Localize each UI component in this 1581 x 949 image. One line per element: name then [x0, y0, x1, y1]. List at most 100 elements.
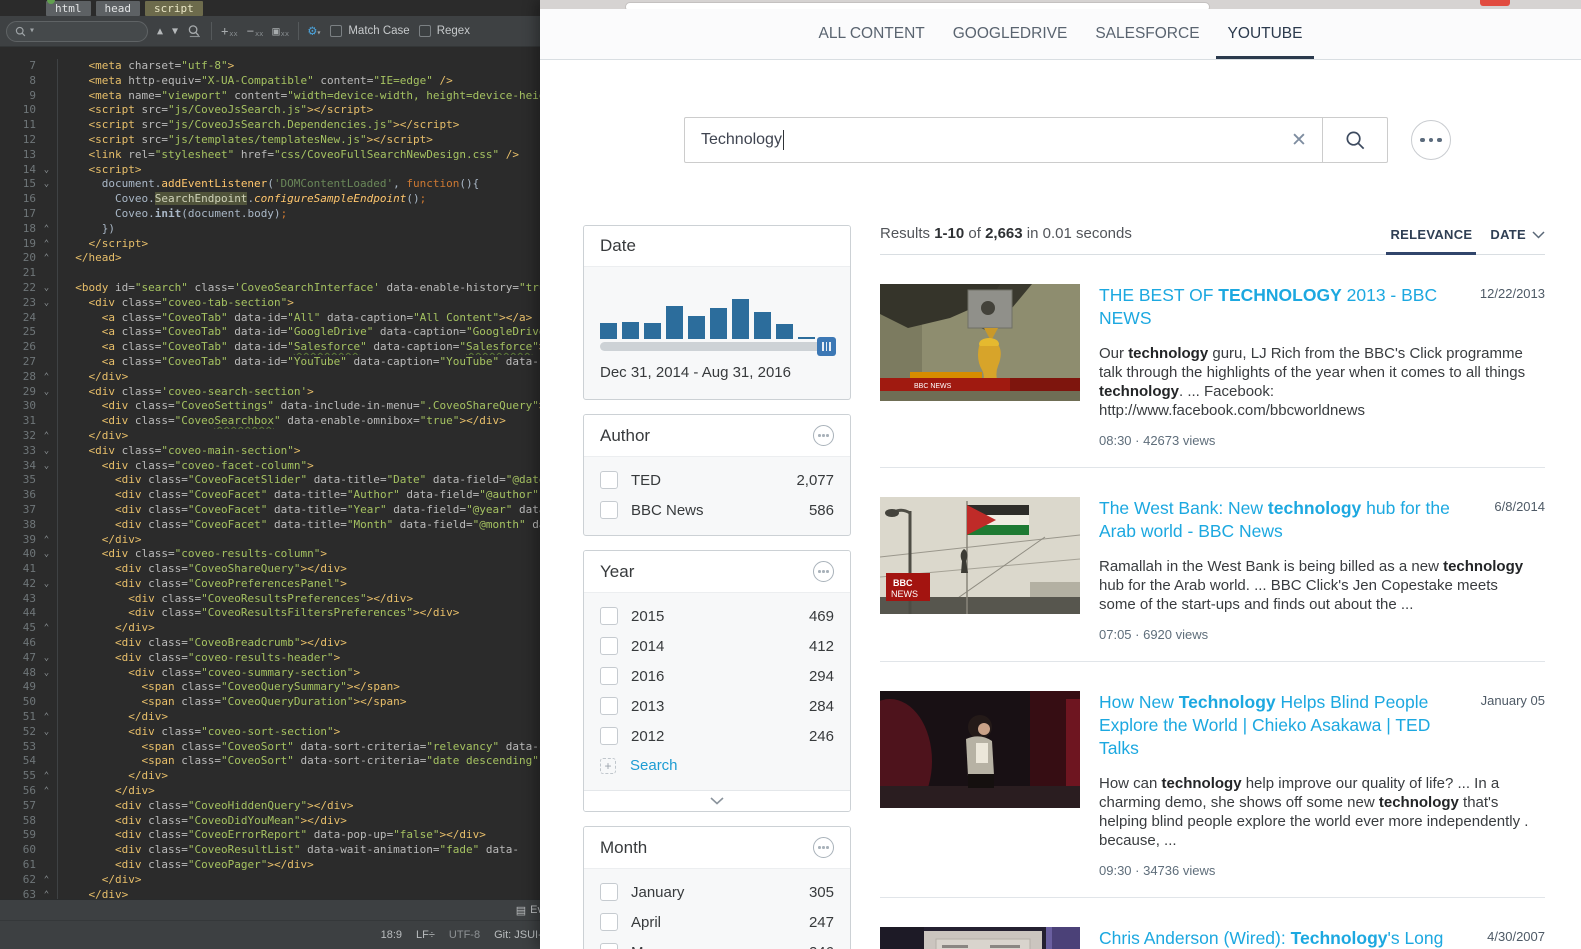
fold-marker-icon[interactable]: ⌃ [36, 429, 57, 444]
fold-marker-icon[interactable]: ⌃ [36, 370, 57, 385]
code-line[interactable]: 34 ⌄ <div class="coveo-facet-column"> [0, 458, 540, 474]
fold-marker-icon[interactable]: ⌃ [36, 533, 57, 548]
code-line[interactable]: 41 <div class="CoveoShareQuery"></div> [0, 562, 540, 577]
code-line[interactable]: 21 [0, 266, 540, 281]
code-line[interactable]: 62 ⌃ </div> [0, 872, 540, 888]
caret-position[interactable]: 18:9 [381, 929, 402, 941]
tab-youtube[interactable]: YOUTUBE [1215, 9, 1315, 59]
facet-settings-icon[interactable] [813, 837, 834, 858]
event-log-row[interactable]: ▤ Ev [0, 900, 540, 921]
code-line[interactable]: 27 <a class="CoveoTab" data-id="YouTube"… [0, 354, 540, 370]
code-text[interactable]: <div class="coveo-summary-section"> [57, 665, 540, 681]
code-text[interactable]: <div class="CoveoHiddenQuery"></div> [57, 798, 540, 814]
facet-value[interactable]: 2016 294 [584, 661, 850, 691]
code-line[interactable]: 48 ⌄ <div class="coveo-summary-section"> [0, 665, 540, 681]
fold-marker-icon[interactable]: ⌄ [36, 296, 57, 311]
code-text[interactable]: <meta name="viewport" content="width=dev… [57, 88, 540, 104]
tab-all-content[interactable]: ALL CONTENT [817, 9, 927, 59]
code-line[interactable]: 15 ⌄ document.addEventListener('DOMConten… [0, 177, 540, 193]
facet-value[interactable]: 2014 412 [584, 631, 850, 661]
fold-marker-icon[interactable]: ⌄ [36, 459, 57, 474]
code-line[interactable]: 36 <div class="CoveoFacet" data-title="A… [0, 488, 540, 503]
fold-marker-icon[interactable]: ⌄ [36, 577, 57, 592]
code-line[interactable]: 9 <meta name="viewport" content="width=d… [0, 88, 540, 104]
code-text[interactable]: <div class="CoveoFacet" data-title="Mont… [57, 517, 540, 533]
facet-value[interactable]: April 247 [584, 907, 850, 937]
code-text[interactable]: </div> [57, 369, 540, 385]
fold-marker-icon[interactable]: ⌃ [36, 873, 57, 888]
code-text[interactable]: <div class="coveo-facet-column"> [57, 458, 540, 474]
breadcrumb-script[interactable]: script [145, 0, 203, 16]
code-text[interactable]: <div class="CoveoFacet" data-title="Auth… [57, 488, 540, 503]
code-line[interactable]: 56 ⌃ </div> [0, 784, 540, 799]
search-options-button[interactable] [1411, 120, 1451, 160]
code-line[interactable]: 33 ⌄ <div class="coveo-main-section"> [0, 443, 540, 459]
result-title-link[interactable]: Chris Anderson (Wired): Technology's Lon… [1099, 927, 1471, 949]
code-text[interactable]: <div class="coveo-tab-section"> [57, 295, 540, 311]
code-line[interactable]: 18 ⌃ }) [0, 221, 540, 237]
checkbox[interactable] [600, 607, 618, 625]
checkbox[interactable] [600, 727, 618, 745]
code-line[interactable]: 14 ⌄ <script> [0, 162, 540, 178]
code-line[interactable]: 44 <div class="CoveoResultsFiltersPrefer… [0, 606, 540, 622]
code-line[interactable]: 49 <span class="CoveoQuerySummary"></spa… [0, 680, 540, 696]
result-title-link[interactable]: THE BEST OF TECHNOLOGY 2013 - BBC NEWS [1099, 284, 1471, 330]
code-line[interactable]: 45 ⌃ </div> [0, 621, 540, 637]
fold-marker-icon[interactable]: ⌄ [36, 281, 57, 296]
code-line[interactable]: 8 <meta http-equiv="X-UA-Compatible" con… [0, 73, 540, 89]
code-text[interactable]: <link rel="stylesheet" href="css/CoveoFu… [57, 147, 540, 163]
code-line[interactable]: 42 ⌄ <div class="CoveoPreferencesPanel"> [0, 576, 540, 592]
checkbox[interactable] [600, 697, 618, 715]
code-line[interactable]: 16 Coveo.SearchEndpoint.configureSampleE… [0, 192, 540, 207]
encoding[interactable]: UTF-8 [449, 929, 480, 941]
code-text[interactable]: <body id="search" class='CoveoSearchInte… [57, 280, 540, 296]
code-line[interactable]: 31 <div class="CoveoSearchbox" data-enab… [0, 414, 540, 429]
clear-search-icon[interactable]: ✕ [1276, 129, 1322, 152]
code-line[interactable]: 35 <div class="CoveoFacetSlider" data-ti… [0, 473, 540, 489]
search-box[interactable]: Technology ✕ [684, 117, 1388, 163]
chevron-down-icon[interactable]: ▾ [29, 26, 35, 36]
code-line[interactable]: 22 ⌄ <body id="search" class='CoveoSearch… [0, 280, 540, 296]
find-previous-button[interactable]: ▲ [157, 26, 163, 37]
facet-expand-button[interactable] [584, 790, 850, 811]
facet-settings-icon[interactable] [813, 561, 834, 582]
fold-marker-icon[interactable]: ⌄ [36, 177, 57, 192]
code-line[interactable]: 24 <a class="CoveoTab" data-id="All" dat… [0, 310, 540, 326]
fold-marker-icon[interactable]: ⌃ [36, 237, 57, 252]
facet-value[interactable]: 2012 246 [584, 721, 850, 751]
facet-value[interactable]: TED 2,077 [584, 465, 850, 495]
code-text[interactable]: </div> [57, 428, 540, 444]
code-text[interactable]: <div class="coveo-results-header"> [57, 650, 540, 666]
find-next-button[interactable]: ▼ [172, 26, 178, 37]
find-all-icon[interactable] [187, 24, 202, 38]
code-line[interactable]: 39 ⌃ </div> [0, 532, 540, 548]
code-line[interactable]: 20 ⌃ </head> [0, 251, 540, 267]
result-title-link[interactable]: The West Bank: New technology hub for th… [1099, 497, 1471, 543]
code-line[interactable]: 30 <div class="CoveoSettings" data-inclu… [0, 399, 540, 415]
code-text[interactable]: <div class="CoveoDidYouMean"></div> [57, 813, 540, 829]
code-text[interactable]: </script> [57, 236, 540, 252]
code-line[interactable]: 61 <div class="CoveoPager"></div> [0, 858, 540, 873]
code-text[interactable]: <div class="coveo-main-section"> [57, 443, 540, 459]
code-text[interactable]: </div> [57, 621, 540, 637]
fold-marker-icon[interactable]: ⌄ [36, 385, 57, 400]
fold-marker-icon[interactable]: ⌄ [36, 444, 57, 459]
video-thumbnail[interactable] [880, 691, 1080, 808]
code-line[interactable]: 55 ⌃ </div> [0, 769, 540, 785]
code-text[interactable]: <a class="CoveoTab" data-id="Salesforce"… [57, 340, 540, 355]
code-text[interactable]: <div class="CoveoPreferencesPanel"> [57, 576, 540, 592]
code-line[interactable]: 59 <div class="CoveoErrorReport" data-po… [0, 828, 540, 844]
fold-marker-icon[interactable]: ⌄ [36, 163, 57, 178]
checkbox[interactable] [600, 943, 618, 949]
code-line[interactable]: 26 <a class="CoveoTab" data-id="Salesfor… [0, 340, 540, 355]
code-text[interactable]: <script src="js/CoveoJsSearch.js"></scri… [57, 103, 540, 119]
code-line[interactable]: 52 ⌄ <div class="coveo-sort-section"> [0, 724, 540, 740]
code-text[interactable]: <script> [57, 162, 540, 178]
code-text[interactable]: </div> [57, 769, 540, 785]
code-text[interactable]: <span class="CoveoSort" data-sort-criter… [57, 739, 540, 755]
code-line[interactable]: 25 <a class="CoveoTab" data-id="GoogleDr… [0, 325, 540, 341]
fold-marker-icon[interactable]: ⌃ [36, 251, 57, 266]
code-text[interactable]: <div class="CoveoPager"></div> [57, 858, 540, 873]
result-thumbnail[interactable]: BBC NEWS [880, 497, 1080, 614]
code-text[interactable]: <span class="CoveoQueryDuration"></span> [57, 695, 540, 711]
